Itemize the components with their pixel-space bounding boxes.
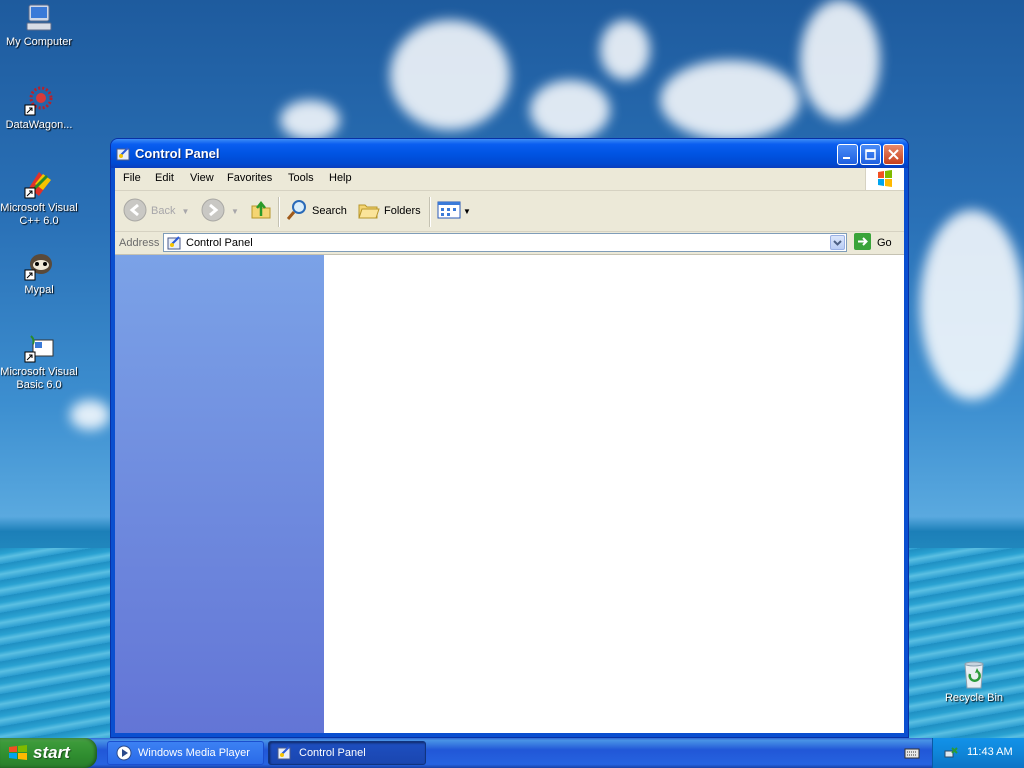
toolbar-separator bbox=[278, 197, 280, 227]
address-bar: Address Control Panel Go bbox=[115, 232, 904, 255]
keyboard-language-icon[interactable] bbox=[904, 746, 920, 763]
datawagon-shortcut-icon bbox=[23, 85, 55, 117]
mypal-shortcut-icon bbox=[23, 250, 55, 282]
up-folder-icon bbox=[249, 198, 273, 225]
search-icon bbox=[285, 198, 309, 225]
toolbar-separator bbox=[429, 197, 431, 227]
menu-tools[interactable]: Tools bbox=[288, 172, 314, 184]
address-dropdown-button[interactable] bbox=[830, 235, 845, 250]
menu-help[interactable]: Help bbox=[329, 172, 352, 184]
desktop-icon-my-computer[interactable]: My Computer bbox=[0, 2, 78, 49]
control-panel-icon bbox=[277, 745, 293, 761]
go-arrow-icon bbox=[853, 232, 872, 254]
windows-flag-icon bbox=[8, 744, 28, 765]
window-client-area: File Edit View Favorites Tools Help Back… bbox=[115, 168, 904, 733]
close-button[interactable] bbox=[883, 144, 904, 165]
visual-basic-shortcut-icon bbox=[23, 332, 55, 364]
control-panel-icon bbox=[167, 235, 183, 254]
folders-button[interactable]: Folders bbox=[357, 199, 421, 223]
content-area[interactable] bbox=[324, 255, 904, 733]
back-dropdown-icon[interactable]: ▼ bbox=[181, 207, 189, 216]
windows-logo-icon bbox=[865, 168, 904, 190]
window-titlebar[interactable]: Control Panel bbox=[111, 139, 908, 168]
folders-icon bbox=[357, 198, 381, 225]
desktop-icon-visual-basic[interactable]: Microsoft Visual Basic 6.0 bbox=[0, 332, 78, 392]
search-button[interactable]: Search bbox=[285, 199, 347, 223]
go-button[interactable]: Go bbox=[853, 233, 892, 253]
task-pane bbox=[115, 255, 324, 733]
views-icon bbox=[437, 198, 461, 225]
menu-file[interactable]: File bbox=[123, 172, 141, 184]
up-folder-button[interactable] bbox=[249, 199, 273, 223]
back-button[interactable]: Back ▼ bbox=[123, 198, 189, 225]
forward-button[interactable]: ▼ bbox=[201, 198, 239, 225]
desktop-icon-recycle-bin[interactable]: Recycle Bin bbox=[935, 658, 1013, 705]
address-value: Control Panel bbox=[186, 237, 253, 249]
taskbar: start Windows Media Player Control Panel… bbox=[0, 738, 1024, 768]
taskbar-button-windows-media-player[interactable]: Windows Media Player bbox=[107, 741, 264, 765]
start-button[interactable]: start bbox=[0, 738, 97, 768]
window-title: Control Panel bbox=[135, 146, 220, 161]
taskbar-button-control-panel[interactable]: Control Panel bbox=[268, 741, 426, 765]
desktop-icon-visual-cpp[interactable]: Microsoft Visual C++ 6.0 bbox=[0, 168, 78, 228]
address-input[interactable]: Control Panel bbox=[163, 233, 847, 252]
minimize-button[interactable] bbox=[837, 144, 858, 165]
visual-cpp-shortcut-icon bbox=[23, 168, 55, 200]
back-arrow-icon bbox=[123, 198, 147, 225]
media-player-icon bbox=[116, 745, 132, 761]
my-computer-icon bbox=[23, 2, 55, 34]
maximize-button[interactable] bbox=[860, 144, 881, 165]
clock[interactable]: 11:43 AM bbox=[967, 746, 1013, 758]
control-panel-icon bbox=[116, 146, 132, 162]
forward-dropdown-icon[interactable]: ▼ bbox=[231, 207, 239, 216]
system-tray: 11:43 AM bbox=[932, 738, 1024, 768]
address-label: Address bbox=[119, 237, 160, 249]
control-panel-window[interactable]: Control Panel File Edit View Favorites T… bbox=[111, 139, 908, 737]
views-dropdown-icon: ▼ bbox=[463, 206, 471, 216]
menu-bar: File Edit View Favorites Tools Help bbox=[115, 168, 904, 191]
menu-edit[interactable]: Edit bbox=[155, 172, 174, 184]
menu-favorites[interactable]: Favorites bbox=[227, 172, 272, 184]
views-button[interactable]: ▼ bbox=[437, 199, 471, 223]
network-icon[interactable] bbox=[943, 745, 959, 764]
standard-toolbar: Back ▼ ▼ Search Folders ▼ bbox=[115, 191, 904, 232]
forward-arrow-icon bbox=[201, 198, 225, 225]
desktop-icon-datawagon[interactable]: DataWagon... bbox=[0, 85, 78, 132]
desktop-icon-mypal[interactable]: Mypal bbox=[0, 250, 78, 297]
recycle-bin-icon bbox=[958, 658, 990, 690]
menu-view[interactable]: View bbox=[190, 172, 214, 184]
